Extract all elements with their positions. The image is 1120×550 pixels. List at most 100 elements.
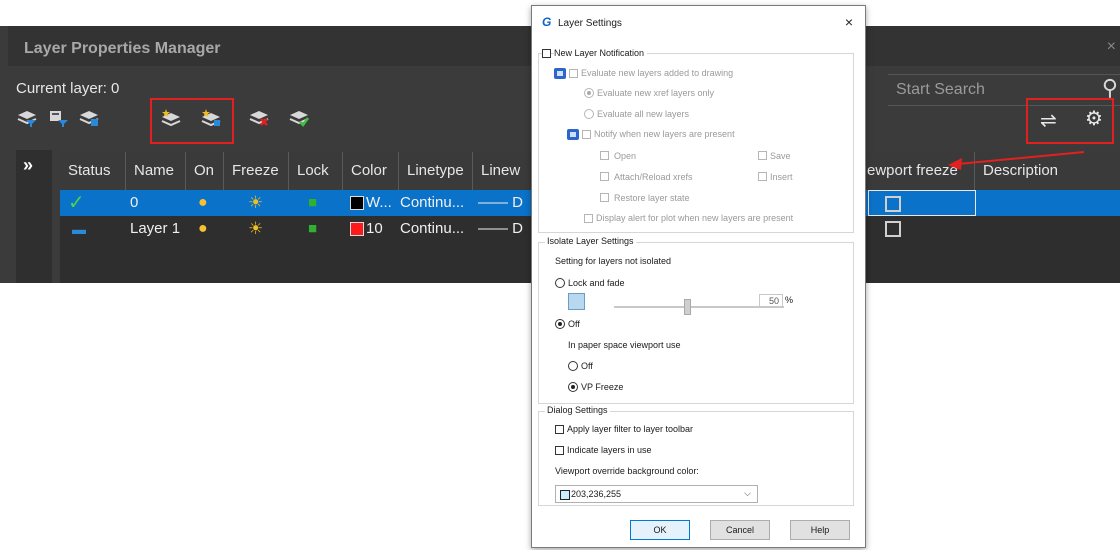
close-icon[interactable]: × xyxy=(1107,38,1116,56)
eval-xref-only-label: Evaluate new xref layers only xyxy=(597,88,715,98)
evaluate-layers-icon xyxy=(554,68,566,79)
paper-space-off-radio[interactable] xyxy=(568,361,578,371)
fade-layers-icon xyxy=(568,293,585,310)
isolate-settings-group: Isolate Layer Settings xyxy=(538,236,854,404)
eval-all-label: Evaluate all new layers xyxy=(597,109,690,119)
current-check-icon: ✓ xyxy=(68,192,85,214)
layer-properties-filter-icon[interactable] xyxy=(48,108,70,128)
vp-freeze-radio[interactable] xyxy=(568,382,578,392)
dialog-settings-label: Dialog Settings xyxy=(545,405,610,415)
restore-state-checkbox[interactable] xyxy=(600,193,609,202)
color-swatch[interactable] xyxy=(350,196,364,210)
col-lineweight[interactable]: Linew xyxy=(472,152,532,190)
setting-not-isolated-label: Setting for layers not isolated xyxy=(555,256,672,266)
open-checkbox[interactable] xyxy=(600,151,609,160)
lineweight-label[interactable]: —— D xyxy=(478,216,523,242)
settings-buttons-highlight xyxy=(1026,98,1114,144)
col-freeze[interactable]: Freeze xyxy=(223,152,288,190)
new-layer-buttons-highlight xyxy=(150,98,234,144)
insert-checkbox[interactable] xyxy=(758,172,767,181)
search-placeholder: Start Search xyxy=(896,81,985,98)
insert-label: Insert xyxy=(770,172,793,182)
isolate-off-radio[interactable] xyxy=(555,319,565,329)
sun-thawed-icon[interactable]: ☀ xyxy=(248,190,263,216)
set-current-layer-icon[interactable] xyxy=(288,108,310,128)
save-label: Save xyxy=(770,151,791,161)
fade-value-input[interactable]: 50 xyxy=(759,294,783,308)
chevron-down-icon: ⌵ xyxy=(744,488,751,498)
evaluate-new-layers-checkbox[interactable] xyxy=(569,69,578,78)
layer-group-filter-icon[interactable] xyxy=(78,108,100,128)
filter-tree-collapsed: » xyxy=(16,150,52,283)
attach-reload-label: Attach/Reload xrefs xyxy=(614,172,693,182)
col-color[interactable]: Color xyxy=(342,152,398,190)
vp-freeze-label: VP Freeze xyxy=(581,382,624,392)
save-checkbox[interactable] xyxy=(758,151,767,160)
lineweight-label[interactable]: —— D xyxy=(478,190,523,216)
display-alert-checkbox[interactable] xyxy=(584,214,593,223)
linetype-label[interactable]: Continu... xyxy=(400,216,464,242)
lightbulb-on-icon[interactable]: ● xyxy=(198,216,208,242)
vp-freeze-icon xyxy=(885,196,901,212)
override-bg-value: 203,236,255 xyxy=(571,489,622,499)
indicate-in-use-checkbox[interactable] xyxy=(555,446,564,455)
col-viewport-freeze[interactable]: ewport freeze xyxy=(862,152,974,190)
evaluate-new-layers-label: Evaluate new layers added to drawing xyxy=(581,68,734,78)
override-bg-color-select[interactable]: 203,236,255 ⌵ xyxy=(555,485,758,503)
expand-icon[interactable]: » xyxy=(23,155,33,176)
delete-layer-icon[interactable] xyxy=(248,108,270,128)
new-layer-notification-checkbox[interactable] xyxy=(542,49,551,58)
lpm-title: Layer Properties Manager xyxy=(24,40,221,57)
col-name[interactable]: Name xyxy=(125,152,185,190)
new-layer-notification-group xyxy=(538,53,854,233)
color-swatch[interactable] xyxy=(350,222,364,236)
notify-present-label: Notify when new layers are present xyxy=(594,129,735,139)
viewport-freeze-cell[interactable] xyxy=(868,190,976,216)
notify-layers-icon xyxy=(567,129,579,140)
notify-present-checkbox[interactable] xyxy=(582,130,591,139)
lightbulb-on-icon[interactable]: ● xyxy=(198,190,208,216)
col-linetype[interactable]: Linetype xyxy=(398,152,472,190)
lock-and-fade-radio[interactable] xyxy=(555,278,565,288)
restore-state-label: Restore layer state xyxy=(614,193,690,203)
layer-name: Layer 1 xyxy=(130,220,181,237)
percent-label: % xyxy=(785,295,794,305)
ok-button[interactable]: OK xyxy=(630,520,690,540)
layer-status-icon: ▬ xyxy=(72,221,86,237)
cancel-button[interactable]: Cancel xyxy=(710,520,770,540)
lock-and-fade-label: Lock and fade xyxy=(568,278,625,288)
layer-settings-dialog: G Layer Settings × New Layer Notificatio… xyxy=(531,5,866,548)
unlock-icon[interactable]: ■ xyxy=(308,190,317,216)
current-layer-label: Current layer: 0 xyxy=(16,80,120,97)
override-bg-label: Viewport override background color: xyxy=(555,466,699,476)
fade-slider-thumb[interactable] xyxy=(684,299,691,315)
new-layer-notification-label: New Layer Notification xyxy=(554,48,648,58)
unlock-icon[interactable]: ■ xyxy=(308,216,317,242)
vp-freeze-icon[interactable] xyxy=(885,221,901,237)
layer-filter-icon[interactable] xyxy=(16,108,38,128)
app-logo-icon: G xyxy=(542,15,552,29)
col-description[interactable]: Description xyxy=(974,152,1120,190)
layer-name: 0 xyxy=(130,194,139,211)
eval-xref-only-radio[interactable] xyxy=(584,88,594,98)
eval-all-radio[interactable] xyxy=(584,109,594,119)
open-label: Open xyxy=(614,151,637,161)
close-icon[interactable]: × xyxy=(845,14,853,30)
attach-reload-checkbox[interactable] xyxy=(600,172,609,181)
color-swatch xyxy=(560,490,570,500)
col-lock[interactable]: Lock xyxy=(288,152,342,190)
apply-filter-checkbox[interactable] xyxy=(555,425,564,434)
dialog-title: Layer Settings xyxy=(558,18,622,29)
col-on[interactable]: On xyxy=(185,152,223,190)
search-icon[interactable]: ⚲ xyxy=(1102,77,1118,99)
col-status[interactable]: Status xyxy=(60,152,125,190)
isolate-group-label: Isolate Layer Settings xyxy=(545,236,636,246)
indicate-in-use-label: Indicate layers in use xyxy=(567,445,652,455)
paper-space-label: In paper space viewport use xyxy=(568,340,681,350)
linetype-label[interactable]: Continu... xyxy=(400,190,464,216)
help-button[interactable]: Help xyxy=(790,520,850,540)
apply-filter-label: Apply layer filter to layer toolbar xyxy=(567,424,694,434)
color-label: W... xyxy=(366,194,392,211)
paper-space-off-label: Off xyxy=(581,361,593,371)
sun-thawed-icon[interactable]: ☀ xyxy=(248,216,263,242)
